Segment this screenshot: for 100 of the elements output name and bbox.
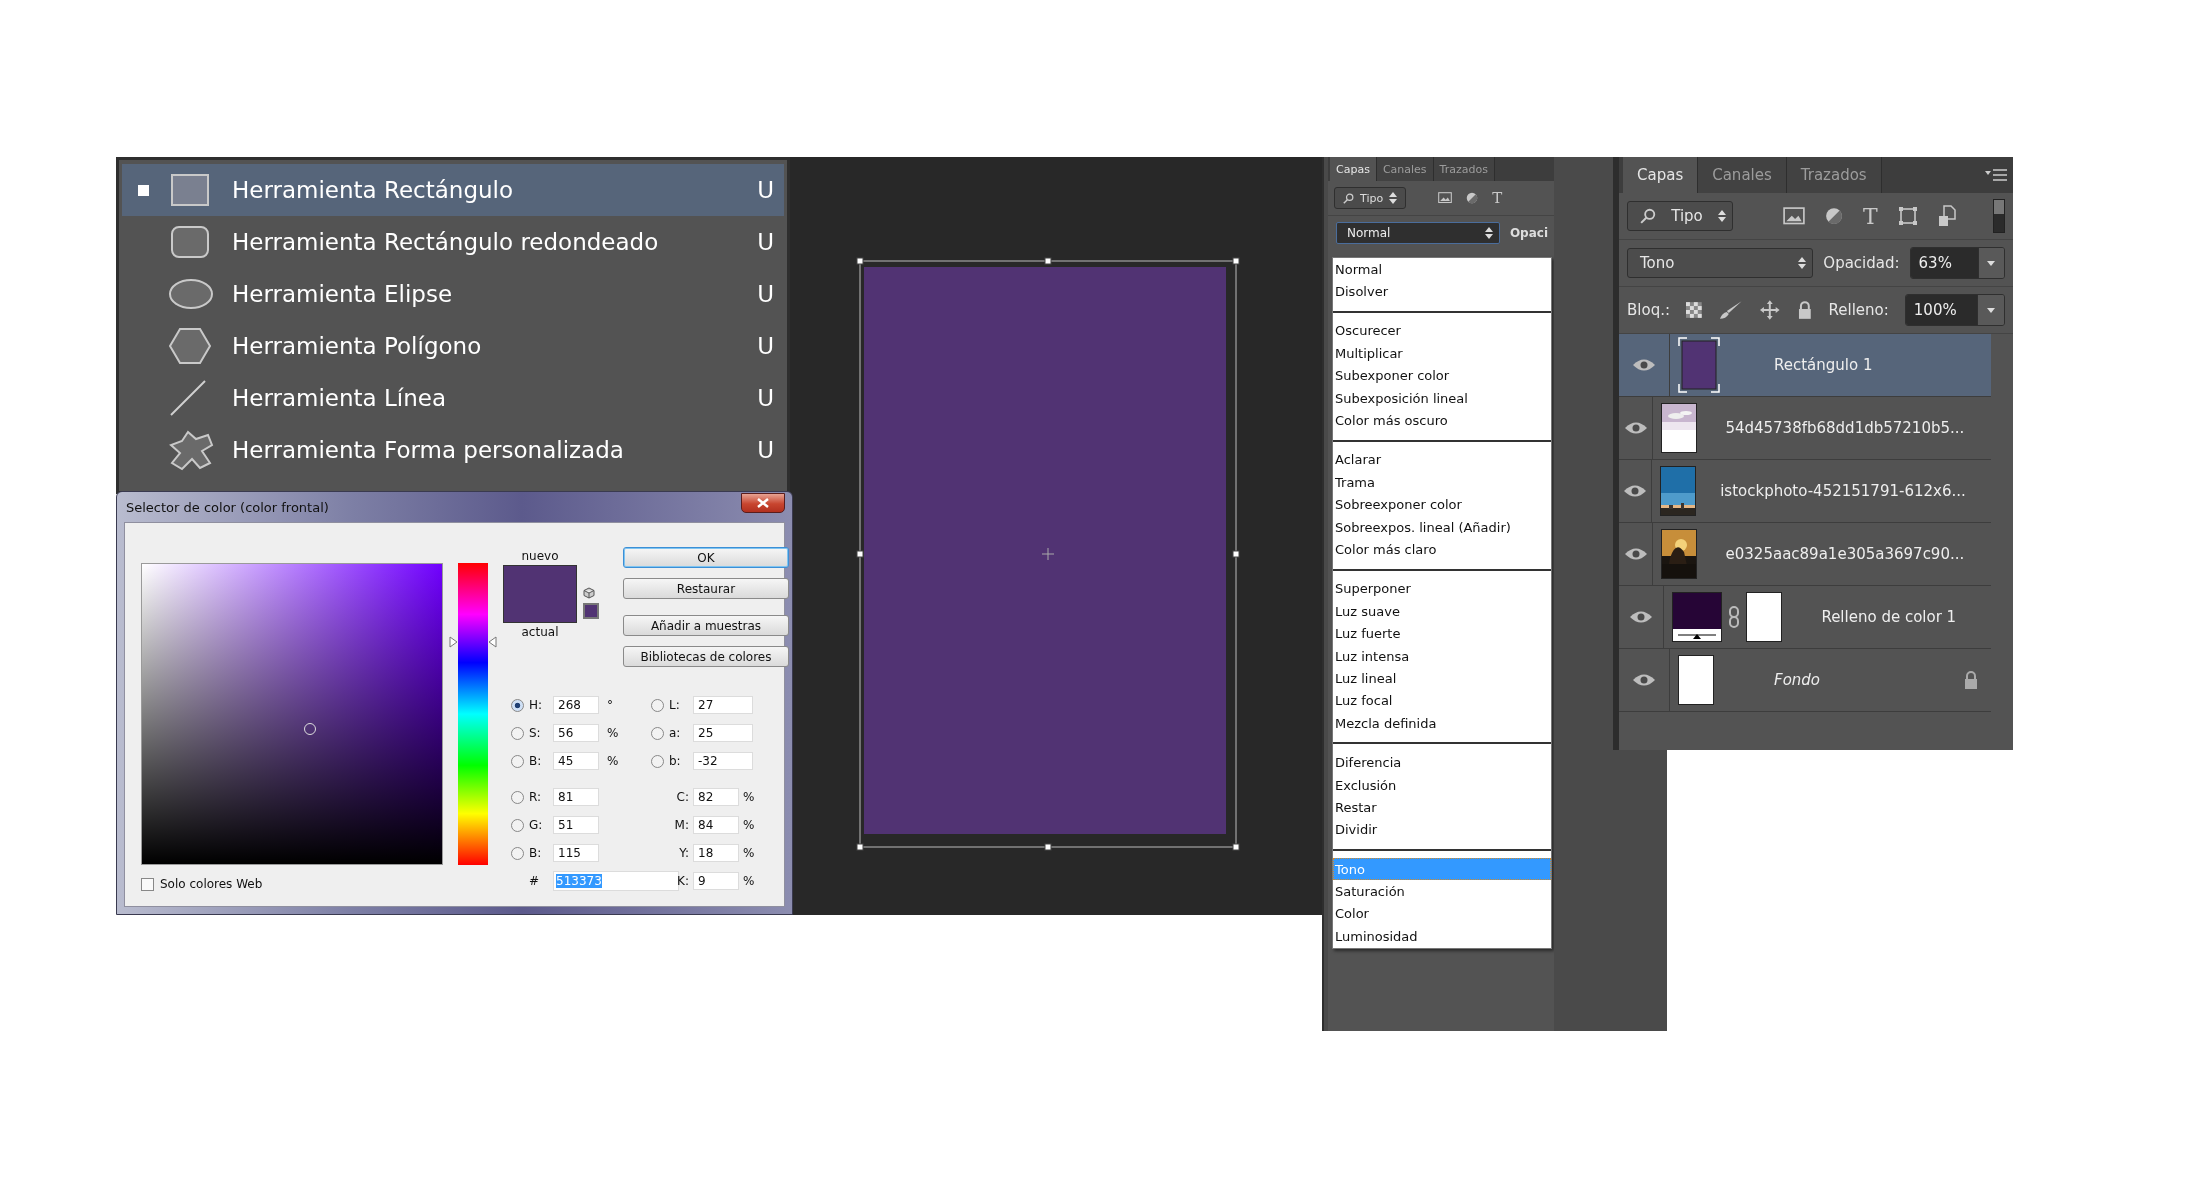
filter-dropdown[interactable]: Tipo [1627, 201, 1733, 231]
web-colors-checkbox[interactable] [141, 877, 154, 891]
move-icon[interactable] [1759, 299, 1781, 321]
tool-menu-item[interactable]: Herramienta Forma personalizada U [122, 424, 784, 476]
tool-menu-item[interactable]: Herramienta Elipse U [122, 268, 784, 320]
radio-button[interactable] [651, 698, 664, 712]
filter-toggle-icon[interactable] [1993, 199, 2005, 233]
layer-row[interactable]: istockphoto-452151791-612x6... [1619, 460, 1991, 523]
value-field[interactable]: 268 [553, 696, 599, 714]
eye-icon[interactable] [1623, 547, 1648, 561]
layer-row[interactable]: e0325aac89a1e305a3697c90... [1619, 523, 1991, 586]
layer-row[interactable]: Rectángulo 1 [1619, 334, 1991, 397]
radio-button[interactable] [511, 754, 524, 768]
type-filter-icon[interactable]: T [1492, 189, 1503, 207]
value-field[interactable]: 27 [693, 696, 753, 714]
panel-menu-icon[interactable] [1985, 168, 2007, 182]
blend-mode-option[interactable]: Dividir [1333, 818, 1551, 841]
radio-button[interactable] [511, 818, 524, 832]
blend-mode-option[interactable]: Diferencia [1333, 751, 1551, 774]
value-field[interactable]: -32 [693, 752, 753, 770]
value-field[interactable]: 9 [693, 872, 739, 890]
image-filter-icon[interactable] [1783, 207, 1805, 225]
eye-icon[interactable] [1632, 358, 1656, 372]
eye-icon[interactable] [1628, 610, 1653, 624]
blend-mode-option[interactable]: Mezcla definida [1333, 712, 1551, 735]
adjustment-filter-icon[interactable] [1466, 192, 1479, 204]
eye-icon[interactable] [1622, 484, 1647, 498]
radio-button[interactable] [651, 726, 664, 740]
radio-button[interactable] [511, 726, 524, 740]
type-filter-icon[interactable]: T [1863, 203, 1878, 229]
blend-mode-dropdown[interactable]: Normal [1336, 222, 1500, 244]
layer-row[interactable]: 54d45738fb68dd1db57210b5... [1619, 397, 1991, 460]
tool-menu-item[interactable]: Herramienta Rectángulo U [122, 164, 784, 216]
layer-row[interactable]: Relleno de color 1 [1619, 586, 1991, 649]
hue-slider-thumb[interactable] [449, 635, 497, 648]
blend-mode-dropdown[interactable]: Tono [1627, 248, 1814, 278]
link-icon[interactable] [1727, 606, 1740, 628]
radio-button[interactable] [651, 754, 664, 768]
blend-mode-option[interactable]: Luz suave [1333, 600, 1551, 623]
panel-tab[interactable]: Capas [1330, 157, 1377, 181]
blend-mode-option[interactable]: Oscurecer [1333, 319, 1551, 343]
blend-mode-option[interactable]: Luz focal [1333, 689, 1551, 713]
radio-button[interactable] [511, 698, 524, 712]
smart-object-filter-icon[interactable] [1937, 205, 1956, 227]
panel-tab[interactable]: Capas [1623, 157, 1699, 193]
blend-mode-option[interactable]: Color [1333, 902, 1551, 926]
radio-button[interactable] [511, 790, 524, 804]
blend-mode-option[interactable]: Luminosidad [1333, 925, 1551, 948]
adjustment-filter-icon[interactable] [1825, 207, 1843, 225]
eye-icon[interactable] [1623, 421, 1648, 435]
radio-button[interactable] [511, 846, 524, 860]
blend-mode-option[interactable]: Subexponer color [1333, 364, 1551, 387]
value-field[interactable]: 45 [553, 752, 599, 770]
value-field[interactable]: 51 [553, 816, 599, 834]
tool-menu-item[interactable]: Herramienta Polígono U [122, 320, 784, 372]
blend-mode-option[interactable]: Sobreexponer color [1333, 493, 1551, 516]
blend-mode-option[interactable]: Subexposición lineal [1333, 386, 1551, 410]
checkerboard-icon[interactable] [1686, 302, 1702, 318]
blend-mode-option[interactable]: Superponer [1333, 577, 1551, 601]
value-field[interactable]: 18 [693, 844, 739, 862]
blend-mode-option[interactable]: Normal [1333, 258, 1551, 281]
dialog-button[interactable]: Bibliotecas de colores [623, 646, 789, 667]
tool-menu-item[interactable]: Herramienta Línea U [122, 372, 784, 424]
dialog-button[interactable]: OK [623, 547, 789, 568]
image-filter-icon[interactable] [1438, 192, 1453, 204]
blend-mode-option[interactable]: Exclusión [1333, 773, 1551, 797]
panel-tab[interactable]: Trazados [1433, 157, 1495, 181]
blend-mode-option[interactable]: Saturación [1333, 880, 1551, 903]
eye-icon[interactable] [1632, 673, 1656, 687]
value-field[interactable]: 25 [693, 724, 753, 742]
dialog-button[interactable]: Restaurar [623, 578, 789, 599]
value-field[interactable]: 82 [693, 788, 739, 806]
blend-mode-option[interactable]: Luz fuerte [1333, 622, 1551, 645]
dialog-button[interactable]: Añadir a muestras [623, 615, 789, 636]
panel-tab[interactable]: Canales [1698, 157, 1787, 193]
blend-mode-option[interactable]: Trama [1333, 471, 1551, 494]
swatch-icon[interactable] [583, 603, 599, 619]
cube-icon[interactable] [583, 587, 595, 599]
panel-tab[interactable]: Canales [1376, 157, 1434, 181]
value-field[interactable]: 115 [553, 844, 599, 862]
shape-filter-icon[interactable] [1897, 206, 1918, 226]
layer-row[interactable]: Fondo [1619, 649, 1991, 712]
lock-all-icon[interactable] [1796, 300, 1813, 320]
value-field[interactable]: 84 [693, 816, 739, 834]
blend-mode-option[interactable]: Disolver [1333, 280, 1551, 303]
blend-mode-option[interactable]: Restar [1333, 796, 1551, 819]
blend-mode-option[interactable]: Multiplicar [1333, 342, 1551, 365]
blend-mode-option[interactable]: Color más claro [1333, 538, 1551, 561]
filter-dropdown[interactable]: Tipo [1334, 187, 1407, 209]
value-field[interactable]: 56 [553, 724, 599, 742]
blend-mode-option[interactable]: Sobreexpos. lineal (Añadir) [1333, 515, 1551, 539]
blend-mode-option[interactable]: Luz intensa [1333, 644, 1551, 668]
blend-mode-option[interactable]: Luz lineal [1333, 667, 1551, 690]
panel-tab[interactable]: Trazados [1786, 157, 1882, 193]
color-field[interactable] [141, 563, 443, 865]
blend-mode-option[interactable]: Color más oscuro [1333, 409, 1551, 432]
tool-menu-item[interactable]: Herramienta Rectángulo redondeado U [122, 216, 784, 268]
blend-mode-option[interactable]: Aclarar [1333, 448, 1551, 472]
value-field[interactable]: 81 [553, 788, 599, 806]
close-button[interactable] [741, 493, 785, 513]
